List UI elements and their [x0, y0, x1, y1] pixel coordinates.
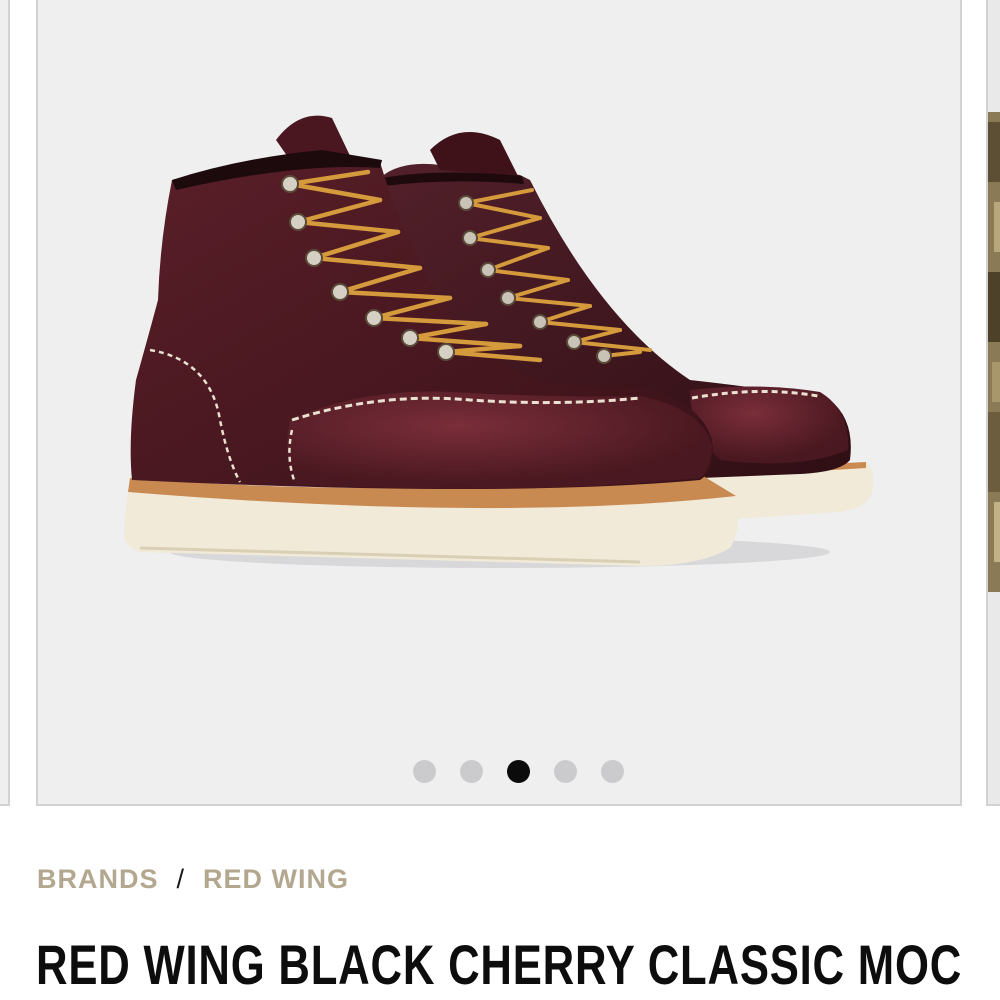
carousel-dot-3[interactable]	[506, 760, 530, 783]
carousel-dot-5[interactable]	[600, 760, 624, 783]
product-image-carousel[interactable]	[0, 0, 1000, 808]
product-page: BRANDS / RED WING RED WING BLACK CHERRY …	[0, 0, 1000, 1000]
breadcrumb-brands-link[interactable]: BRANDS	[37, 864, 159, 895]
carousel-pagination	[0, 760, 1000, 783]
breadcrumb-red-wing-link[interactable]: RED WING	[203, 864, 349, 895]
carousel-dot-2[interactable]	[459, 760, 483, 783]
breadcrumb-separator: /	[176, 864, 186, 894]
carousel-dot-1[interactable]	[412, 760, 436, 783]
carousel-dot-4[interactable]	[553, 760, 577, 783]
boots-image	[124, 115, 874, 568]
product-title: RED WING BLACK CHERRY CLASSIC MOC	[36, 933, 963, 996]
breadcrumb: BRANDS / RED WING	[37, 864, 349, 895]
